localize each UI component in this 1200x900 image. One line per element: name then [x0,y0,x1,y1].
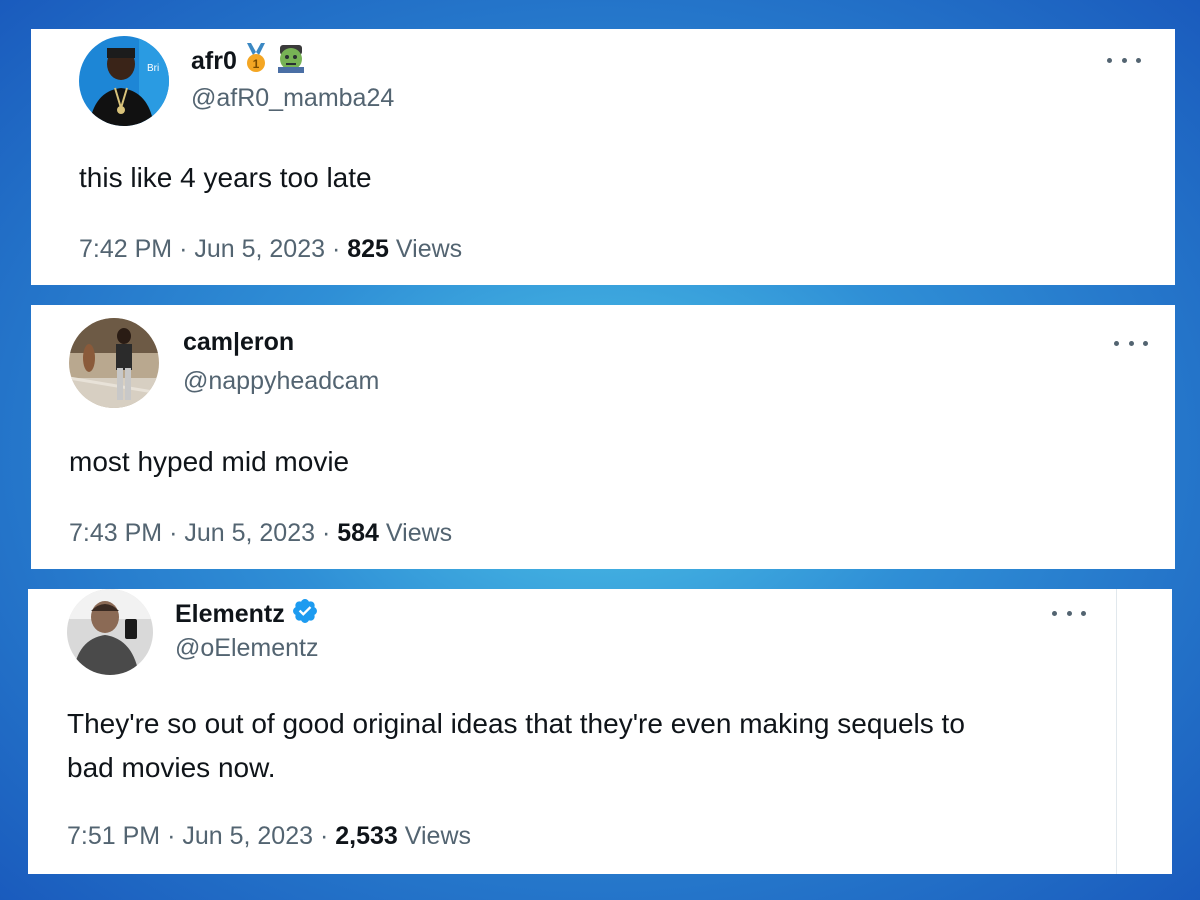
tweet-text: most hyped mid movie [69,446,350,477]
svg-text:1: 1 [253,57,260,71]
avatar[interactable] [69,318,159,408]
verified-badge-icon [291,597,319,632]
tweet-date[interactable]: Jun 5, 2023 [194,235,325,263]
tweet-date[interactable]: Jun 5, 2023 [184,519,315,547]
handle[interactable]: @oElementz [175,634,319,663]
zombie-icon [275,43,307,80]
handle[interactable]: @afR0_mamba24 [191,84,394,113]
tweet-time[interactable]: 7:51 PM [67,822,160,850]
views-label: Views [385,519,453,547]
tweet-meta: 7:43 PM · Jun 5, 2023 · 584 Views [69,519,453,547]
tweet-time[interactable]: 7:42 PM [79,235,172,263]
tweet-card: Elementz @oElementz They're so out of go… [28,589,1172,874]
svg-text:Bri: Bri [147,63,159,74]
views-count: 584 [337,519,379,547]
display-name[interactable]: afr0 1 [191,43,307,80]
display-name[interactable]: Elementz [175,597,319,632]
tweet-text: They're so out of good original ideas th… [67,702,965,790]
more-options-icon[interactable] [1114,333,1148,353]
more-options-icon[interactable] [1052,603,1086,623]
avatar[interactable]: Bri [79,36,169,126]
tweet-card: Bri afr0 1 @afR0_mamba24 this like 4 yea… [31,29,1175,285]
tweet-date[interactable]: Jun 5, 2023 [182,822,313,850]
tweet-meta: 7:51 PM · Jun 5, 2023 · 2,533 Views [67,822,472,850]
tweet-card: cam|eron @nappyheadcam most hyped mid mo… [31,305,1175,569]
views-count: 2,533 [335,822,398,850]
avatar[interactable] [67,589,153,675]
display-name[interactable]: cam|eron [183,328,294,357]
views-label: Views [395,235,463,263]
handle[interactable]: @nappyheadcam [183,367,379,396]
views-count: 825 [347,235,389,263]
tweet-time[interactable]: 7:43 PM [69,519,162,547]
views-label: Views [404,822,472,850]
more-options-icon[interactable] [1107,50,1141,70]
tweet-text-line: bad movies now. [67,752,276,783]
tweet-text-line: They're so out of good original ideas th… [67,708,965,739]
tweet-text: this like 4 years too late [79,162,372,193]
tweet-meta: 7:42 PM · Jun 5, 2023 · 825 Views [79,235,463,263]
column-border [1116,589,1117,874]
medal-icon: 1 [243,43,269,80]
